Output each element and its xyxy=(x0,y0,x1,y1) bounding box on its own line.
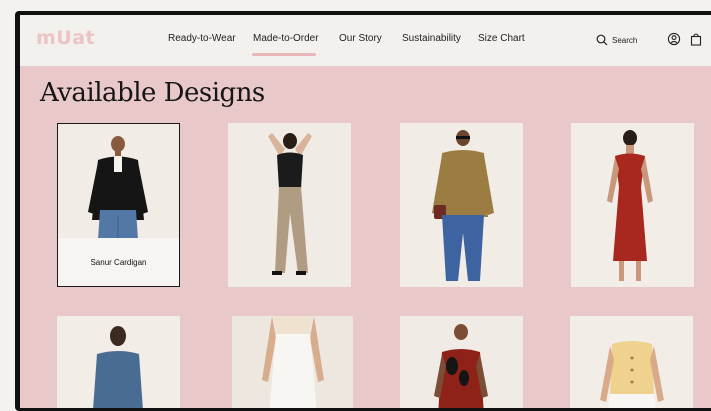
product-label-box: Sanur Cardigan xyxy=(58,238,179,286)
product-card[interactable] xyxy=(228,123,351,287)
brand-logo[interactable]: mUat xyxy=(36,27,95,49)
product-image xyxy=(228,123,351,287)
nav-ready-to-wear[interactable]: Ready-to-Wear xyxy=(168,33,236,44)
product-card[interactable] xyxy=(571,123,694,287)
nav-made-to-order[interactable]: Made-to-Order xyxy=(253,33,319,44)
product-card[interactable] xyxy=(400,123,523,287)
nav-size-chart[interactable]: Size Chart xyxy=(478,33,525,44)
active-nav-indicator xyxy=(252,53,316,56)
product-image xyxy=(570,316,693,408)
product-card[interactable] xyxy=(232,316,353,408)
product-image xyxy=(400,316,523,408)
product-card[interactable]: Sanur Cardigan xyxy=(57,123,180,287)
product-image xyxy=(58,124,179,240)
nav-our-story[interactable]: Our Story xyxy=(339,33,382,44)
product-card[interactable] xyxy=(57,316,180,408)
search-label: Search xyxy=(612,35,638,45)
product-image xyxy=(571,123,694,287)
product-card[interactable] xyxy=(570,316,693,408)
app-screen: mUat Ready-to-Wear Made-to-Order Our Sto… xyxy=(20,15,711,408)
search-button[interactable]: Search xyxy=(596,32,637,48)
account-icon[interactable] xyxy=(667,32,681,46)
product-image xyxy=(57,316,180,408)
search-icon xyxy=(596,34,608,46)
product-name: Sanur Cardigan xyxy=(90,257,147,267)
top-nav: mUat Ready-to-Wear Made-to-Order Our Sto… xyxy=(20,15,711,66)
product-card[interactable] xyxy=(400,316,523,408)
product-image xyxy=(400,123,523,287)
nav-sustainability[interactable]: Sustainability xyxy=(402,33,461,44)
bag-icon[interactable] xyxy=(689,32,703,46)
product-image xyxy=(232,316,353,408)
page-title: Available Designs xyxy=(40,78,265,108)
